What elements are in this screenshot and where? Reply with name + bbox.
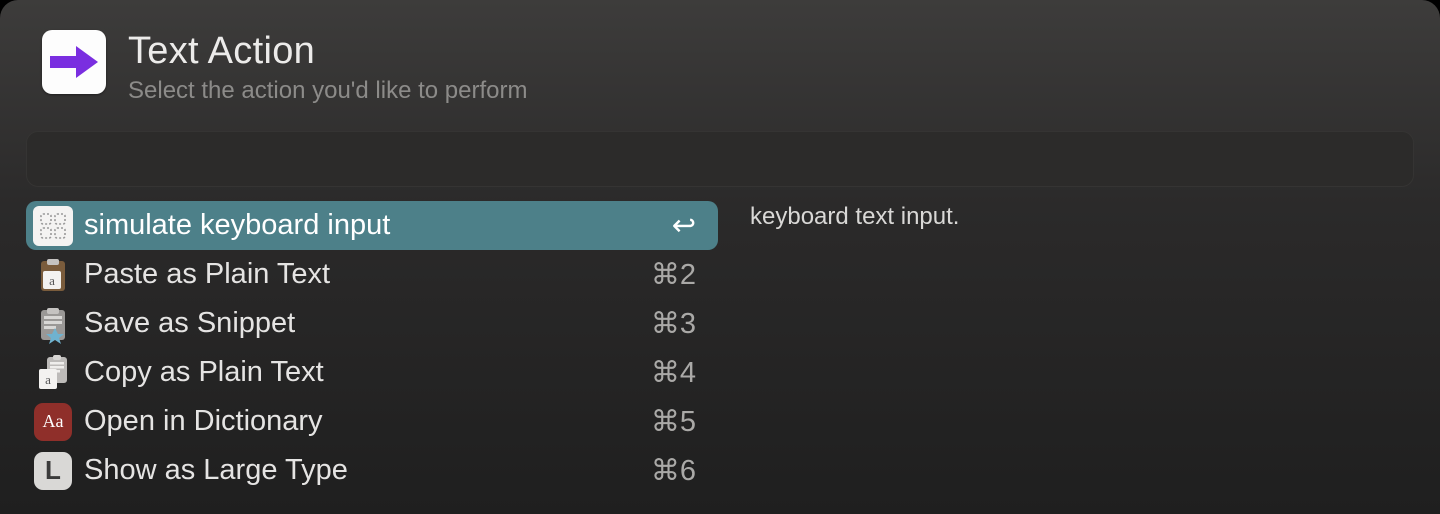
window-subtitle: Select the action you'd like to perform (128, 77, 527, 105)
action-shortcut: ⌘2 (651, 257, 696, 292)
detail-description: keyboard text input. (750, 203, 959, 231)
action-shortcut: ⌘6 (651, 453, 696, 488)
action-show-as-large-type[interactable]: L Show as Large Type ⌘6 (26, 446, 718, 495)
content-area: simulate keyboard input ↩ a Paste as Pla… (0, 201, 1440, 495)
action-paste-as-plain-text[interactable]: a Paste as Plain Text ⌘2 (26, 250, 718, 299)
action-shortcut: ⌘5 (651, 404, 696, 439)
paste-plain-icon: a (32, 254, 74, 296)
action-label: Open in Dictionary (84, 405, 651, 438)
action-label: simulate keyboard input (84, 209, 672, 242)
large-type-icon: L (32, 450, 74, 492)
header: Text Action Select the action you'd like… (0, 30, 1440, 105)
action-simulate-keyboard-input[interactable]: simulate keyboard input ↩ (26, 201, 718, 250)
header-text: Text Action Select the action you'd like… (128, 30, 527, 105)
action-shortcut: ↩ (672, 208, 696, 243)
text-action-app-icon (42, 30, 106, 94)
detail-panel: keyboard text input. (718, 201, 959, 495)
svg-text:a: a (45, 372, 51, 387)
action-shortcut: ⌘4 (651, 355, 696, 390)
dictionary-icon: Aa (32, 401, 74, 443)
keypad-icon (32, 205, 74, 247)
copy-plain-icon: a (32, 352, 74, 394)
action-label: Copy as Plain Text (84, 356, 651, 389)
action-label: Show as Large Type (84, 454, 651, 487)
action-shortcut: ⌘3 (651, 306, 696, 341)
action-list: simulate keyboard input ↩ a Paste as Pla… (26, 201, 718, 495)
snippet-star-icon (32, 303, 74, 345)
action-copy-as-plain-text[interactable]: a Copy as Plain Text ⌘4 (26, 348, 718, 397)
action-label: Save as Snippet (84, 307, 651, 340)
window-title: Text Action (128, 30, 527, 73)
search-input[interactable] (26, 131, 1414, 187)
action-save-as-snippet[interactable]: Save as Snippet ⌘3 (26, 299, 718, 348)
action-label: Paste as Plain Text (84, 258, 651, 291)
action-open-in-dictionary[interactable]: Aa Open in Dictionary ⌘5 (26, 397, 718, 446)
text-action-window: Text Action Select the action you'd like… (0, 0, 1440, 514)
svg-text:a: a (49, 273, 55, 288)
